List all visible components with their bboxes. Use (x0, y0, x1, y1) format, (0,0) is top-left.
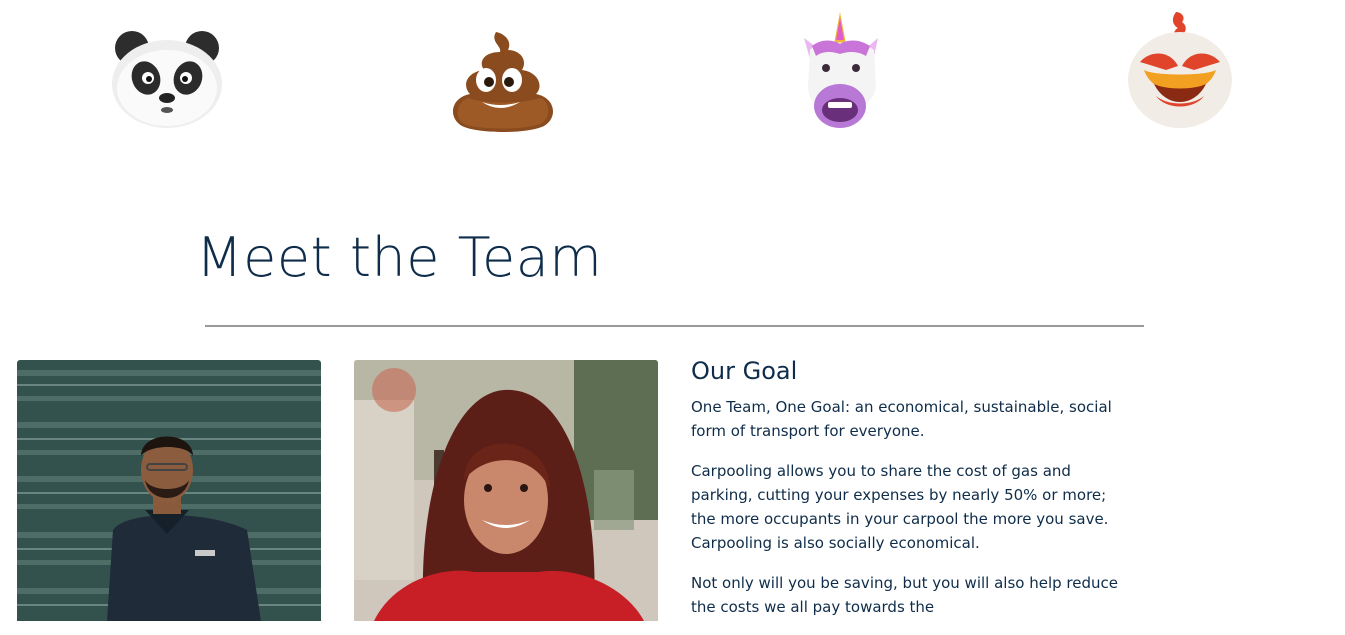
divider (205, 325, 1144, 327)
chicken-emoji-icon (1128, 12, 1232, 128)
page-title: Meet the Team (196, 226, 603, 289)
goal-heading: Our Goal (691, 357, 798, 385)
team-member-photo-man (17, 360, 321, 621)
panda-emoji-icon (112, 31, 222, 128)
goal-paragraph-2: Carpooling allows you to share the cost … (691, 462, 1109, 552)
goal-paragraph-1: One Team, One Goal: an economical, susta… (691, 398, 1112, 440)
unicorn-emoji-icon (804, 12, 878, 128)
emoji-row (0, 0, 1345, 160)
poop-emoji-icon (452, 32, 554, 132)
goal-paragraph-3: Not only will you be saving, but you wil… (691, 574, 1118, 616)
team-member-photo-woman (354, 360, 658, 621)
goal-section: Our Goal One Team, One Goal: an economic… (691, 357, 1121, 635)
